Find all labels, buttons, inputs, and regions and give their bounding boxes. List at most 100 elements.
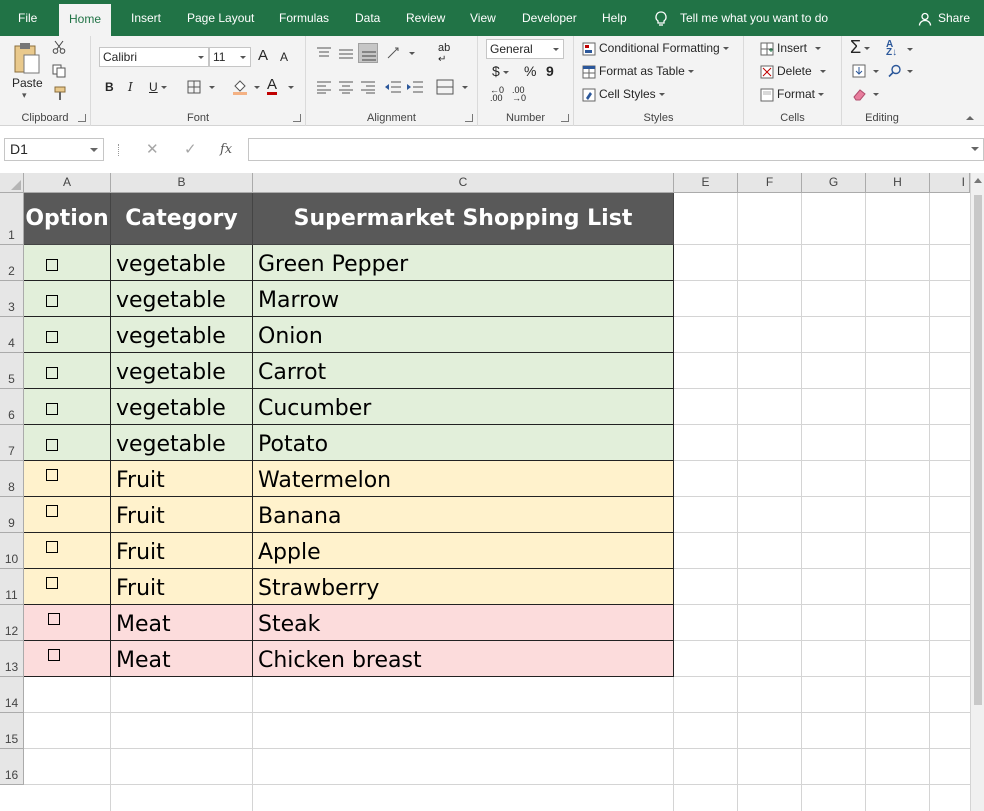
chevron-down-icon[interactable] [409, 52, 415, 55]
number-launcher-icon[interactable] [561, 114, 569, 122]
autosum-button[interactable]: Σ [850, 37, 871, 58]
chevron-down-icon[interactable] [907, 70, 913, 73]
select-all-button[interactable] [0, 173, 24, 193]
header-cell-option[interactable]: Option [24, 193, 111, 245]
category-cell[interactable]: Fruit [111, 461, 253, 497]
checkbox[interactable] [46, 331, 58, 343]
increase-font-button[interactable]: A [258, 47, 268, 64]
bottom-align-button[interactable] [358, 43, 378, 63]
item-cell[interactable]: Carrot [253, 353, 674, 389]
tab-formulas[interactable]: Formulas [279, 0, 329, 36]
item-cell[interactable]: Potato [253, 425, 674, 461]
sort-filter-button[interactable]: A Z↓ [886, 40, 897, 58]
font-name-select[interactable]: Calibri [99, 47, 209, 67]
tab-data[interactable]: Data [355, 0, 380, 36]
tab-review[interactable]: Review [406, 0, 445, 36]
column-header-i[interactable]: I [930, 173, 970, 193]
tab-view[interactable]: View [470, 0, 496, 36]
tell-me-search[interactable]: Tell me what you want to do [654, 0, 828, 36]
category-cell[interactable]: vegetable [111, 389, 253, 425]
category-cell[interactable]: vegetable [111, 425, 253, 461]
increase-indent-icon[interactable] [406, 80, 424, 94]
row-header[interactable]: 11 [0, 569, 24, 605]
row-header[interactable]: 15 [0, 713, 24, 749]
name-box[interactable]: D1 [4, 138, 104, 161]
option-cell[interactable] [24, 317, 111, 353]
item-cell[interactable]: Green Pepper [253, 245, 674, 281]
category-cell[interactable]: vegetable [111, 317, 253, 353]
column-header-h[interactable]: H [866, 173, 930, 193]
option-cell[interactable] [24, 245, 111, 281]
insert-cells-button[interactable]: Insert [760, 41, 822, 56]
bold-button[interactable]: B [105, 80, 114, 94]
clear-eraser-icon[interactable] [852, 87, 866, 101]
row-header[interactable]: 9 [0, 497, 24, 533]
category-cell[interactable]: Fruit [111, 533, 253, 569]
column-header-f[interactable]: F [738, 173, 802, 193]
row-header[interactable]: 3 [0, 281, 24, 317]
increase-decimal-button[interactable]: ←0.00 [490, 86, 504, 103]
clipboard-launcher-icon[interactable] [78, 114, 86, 122]
comma-style-button[interactable]: 9 [546, 63, 554, 79]
header-cell-category[interactable]: Category [111, 193, 253, 245]
tab-insert[interactable]: Insert [131, 0, 161, 36]
format-cells-button[interactable]: Format [760, 87, 825, 102]
row-header[interactable]: 7 [0, 425, 24, 461]
column-header-c[interactable]: C [253, 173, 674, 193]
item-cell[interactable]: Marrow [253, 281, 674, 317]
chevron-down-icon[interactable] [254, 86, 260, 89]
checkbox[interactable] [46, 505, 58, 517]
item-cell[interactable]: Watermelon [253, 461, 674, 497]
cut-icon[interactable] [52, 40, 66, 54]
option-cell[interactable] [24, 389, 111, 425]
top-align-icon[interactable] [316, 46, 332, 60]
item-cell[interactable]: Chicken breast [253, 641, 674, 677]
row-header[interactable]: 4 [0, 317, 24, 353]
align-right-icon[interactable] [360, 80, 376, 94]
item-cell[interactable]: Steak [253, 605, 674, 641]
align-left-icon[interactable] [316, 80, 332, 94]
row-header[interactable]: 1 [0, 193, 24, 245]
tab-developer[interactable]: Developer [522, 0, 577, 36]
option-cell[interactable] [24, 569, 111, 605]
checkbox[interactable] [46, 469, 58, 481]
option-cell[interactable] [24, 461, 111, 497]
category-cell[interactable]: vegetable [111, 245, 253, 281]
font-color-button[interactable]: A [267, 77, 278, 95]
formula-input[interactable] [248, 138, 984, 161]
checkbox[interactable] [46, 259, 58, 271]
checkbox[interactable] [46, 439, 58, 451]
chevron-down-icon[interactable] [288, 86, 294, 89]
delete-cells-button[interactable]: Delete [760, 64, 826, 79]
column-header-e[interactable]: E [674, 173, 738, 193]
option-cell[interactable] [24, 497, 111, 533]
category-cell[interactable]: Fruit [111, 497, 253, 533]
item-cell[interactable]: Apple [253, 533, 674, 569]
share-button[interactable]: Share [918, 0, 970, 36]
category-cell[interactable]: vegetable [111, 353, 253, 389]
orientation-icon[interactable] [386, 46, 404, 60]
option-cell[interactable] [24, 281, 111, 317]
align-center-icon[interactable] [338, 80, 354, 94]
tab-file[interactable]: File [18, 0, 37, 36]
column-header-b[interactable]: B [111, 173, 253, 193]
option-cell[interactable] [24, 641, 111, 677]
format-painter-icon[interactable] [53, 86, 67, 102]
conditional-formatting-button[interactable]: Conditional Formatting [582, 41, 729, 56]
checkbox[interactable] [46, 295, 58, 307]
insert-function-icon[interactable]: fx [220, 142, 232, 157]
tab-home[interactable]: Home [59, 4, 112, 36]
row-header[interactable]: 14 [0, 677, 24, 713]
option-cell[interactable] [24, 605, 111, 641]
checkbox[interactable] [48, 649, 60, 661]
category-cell[interactable]: Meat [111, 641, 253, 677]
item-cell[interactable]: Cucumber [253, 389, 674, 425]
vertical-scrollbar[interactable] [970, 173, 984, 811]
item-cell[interactable]: Banana [253, 497, 674, 533]
column-header-a[interactable]: A [24, 173, 111, 193]
chevron-down-icon[interactable] [873, 70, 879, 73]
checkbox[interactable] [46, 367, 58, 379]
italic-button[interactable]: I [128, 80, 133, 94]
fill-icon[interactable] [852, 64, 866, 78]
checkbox[interactable] [46, 577, 58, 589]
